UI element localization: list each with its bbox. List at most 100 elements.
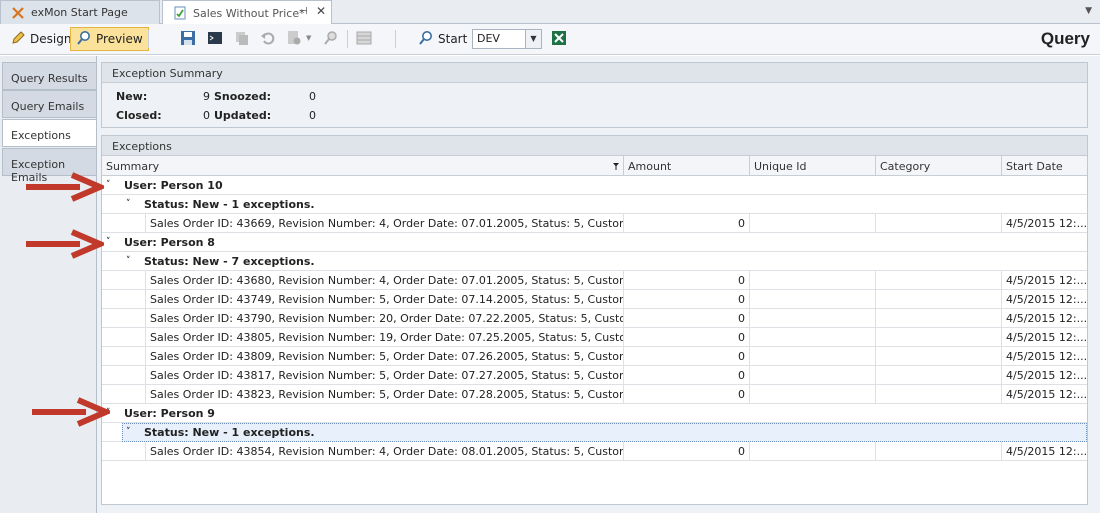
- start-label: Start: [438, 32, 468, 46]
- start-date-cell[interactable]: 4/5/2015 12:...: [1002, 271, 1087, 290]
- table-row[interactable]: Sales Order ID: 43669, Revision Number: …: [102, 214, 1087, 233]
- summary-cell[interactable]: Sales Order ID: 43669, Revision Number: …: [146, 214, 624, 233]
- category-cell[interactable]: [876, 442, 1002, 461]
- group-row-user[interactable]: ˅ User: Person 9: [102, 404, 1087, 423]
- unique-id-cell[interactable]: [750, 328, 876, 347]
- group-row-user[interactable]: ˅ User: Person 10: [102, 176, 1087, 195]
- preview-button[interactable]: Preview: [70, 27, 149, 51]
- summary-cell[interactable]: Sales Order ID: 43749, Revision Number: …: [146, 290, 624, 309]
- chevron-down-icon[interactable]: ˅: [126, 427, 131, 437]
- environment-select[interactable]: DEV ▼: [472, 29, 542, 49]
- category-cell[interactable]: [876, 271, 1002, 290]
- category-cell[interactable]: [876, 347, 1002, 366]
- console-icon[interactable]: [207, 30, 223, 46]
- column-header-summary[interactable]: Summary: [102, 156, 624, 176]
- start-date-cell[interactable]: 4/5/2015 12:...: [1002, 290, 1087, 309]
- table-row[interactable]: Sales Order ID: 43823, Revision Number: …: [102, 385, 1087, 404]
- chevron-down-icon[interactable]: ˅: [106, 237, 111, 247]
- chevron-down-icon[interactable]: ▼: [306, 34, 311, 42]
- unique-id-cell[interactable]: [750, 271, 876, 290]
- group-row-status[interactable]: ˅ Status: New - 1 exceptions.: [102, 195, 1087, 214]
- row-indent: [126, 290, 146, 309]
- category-cell[interactable]: [876, 309, 1002, 328]
- tab-exmon-start-page[interactable]: exMon Start Page: [0, 0, 160, 24]
- toolbar-separator: [148, 30, 149, 48]
- start-date-cell[interactable]: 4/5/2015 12:...: [1002, 214, 1087, 233]
- excel-icon[interactable]: [551, 30, 567, 46]
- amount-cell[interactable]: 0: [624, 309, 750, 328]
- group-row-user[interactable]: ˅ User: Person 8: [102, 233, 1087, 252]
- summary-cell[interactable]: Sales Order ID: 43854, Revision Number: …: [146, 442, 624, 461]
- save-icon[interactable]: [180, 30, 196, 46]
- tab-label: Sales Without Price*: [193, 6, 305, 20]
- grid-icon[interactable]: [356, 30, 372, 46]
- undo-icon[interactable]: [260, 30, 276, 46]
- sidetab-query-emails[interactable]: Query Emails: [2, 90, 97, 118]
- category-cell[interactable]: [876, 366, 1002, 385]
- amount-cell[interactable]: 0: [624, 366, 750, 385]
- category-cell[interactable]: [876, 328, 1002, 347]
- start-date-cell[interactable]: 4/5/2015 12:...: [1002, 366, 1087, 385]
- summary-cell[interactable]: Sales Order ID: 43823, Revision Number: …: [146, 385, 624, 404]
- group-row-status[interactable]: ˅ Status: New - 7 exceptions.: [102, 252, 1087, 271]
- table-row[interactable]: Sales Order ID: 43854, Revision Number: …: [102, 442, 1087, 461]
- column-header-start-date[interactable]: Start Date: [1002, 156, 1087, 176]
- close-icon[interactable]: ✕: [316, 4, 326, 18]
- find-icon[interactable]: [323, 30, 339, 46]
- start-date-cell[interactable]: 4/5/2015 12:...: [1002, 385, 1087, 404]
- summary-cell[interactable]: Sales Order ID: 43680, Revision Number: …: [146, 271, 624, 290]
- summary-cell[interactable]: Sales Order ID: 43817, Revision Number: …: [146, 366, 624, 385]
- table-row[interactable]: Sales Order ID: 43680, Revision Number: …: [102, 271, 1087, 290]
- unique-id-cell[interactable]: [750, 290, 876, 309]
- unique-id-cell[interactable]: [750, 442, 876, 461]
- tab-sales-without-price[interactable]: Sales Without Price* ⊣ ✕: [162, 0, 332, 25]
- start-date-cell[interactable]: 4/5/2015 12:...: [1002, 328, 1087, 347]
- table-row[interactable]: Sales Order ID: 43817, Revision Number: …: [102, 366, 1087, 385]
- unique-id-cell[interactable]: [750, 214, 876, 233]
- toolbar: Design Preview ▼ Start: [0, 24, 1100, 55]
- start-date-cell[interactable]: 4/5/2015 12:...: [1002, 309, 1087, 328]
- category-cell[interactable]: [876, 214, 1002, 233]
- column-header-amount[interactable]: Amount: [624, 156, 750, 176]
- start-date-cell[interactable]: 4/5/2015 12:...: [1002, 442, 1087, 461]
- unique-id-cell[interactable]: [750, 366, 876, 385]
- category-cell[interactable]: [876, 385, 1002, 404]
- table-row[interactable]: Sales Order ID: 43790, Revision Number: …: [102, 309, 1087, 328]
- summary-cell[interactable]: Sales Order ID: 43790, Revision Number: …: [146, 309, 624, 328]
- summary-cell[interactable]: Sales Order ID: 43809, Revision Number: …: [146, 347, 624, 366]
- amount-cell[interactable]: 0: [624, 328, 750, 347]
- summary-cell[interactable]: Sales Order ID: 43805, Revision Number: …: [146, 328, 624, 347]
- design-button[interactable]: Design: [4, 27, 77, 51]
- amount-cell[interactable]: 0: [624, 347, 750, 366]
- unique-id-cell[interactable]: [750, 347, 876, 366]
- table-row[interactable]: Sales Order ID: 43809, Revision Number: …: [102, 347, 1087, 366]
- pin-icon[interactable]: ⊣: [299, 6, 308, 17]
- chevron-down-icon[interactable]: ˅: [126, 199, 131, 209]
- table-row[interactable]: Sales Order ID: 43749, Revision Number: …: [102, 290, 1087, 309]
- chevron-down-icon[interactable]: ▼: [1085, 6, 1092, 16]
- group-row-status[interactable]: ˅ Status: New - 1 exceptions.: [102, 423, 1087, 442]
- start-date-cell[interactable]: 4/5/2015 12:...: [1002, 347, 1087, 366]
- export-icon[interactable]: [286, 30, 302, 46]
- copy-icon[interactable]: [234, 30, 250, 46]
- environment-value: DEV: [477, 32, 500, 45]
- category-cell[interactable]: [876, 290, 1002, 309]
- table-row[interactable]: Sales Order ID: 43805, Revision Number: …: [102, 328, 1087, 347]
- amount-cell[interactable]: 0: [624, 442, 750, 461]
- column-header-category[interactable]: Category: [876, 156, 1002, 176]
- chevron-down-icon[interactable]: ˅: [126, 256, 131, 266]
- sidetab-exceptions[interactable]: Exceptions: [2, 119, 98, 147]
- chevron-down-icon[interactable]: ▼: [525, 30, 541, 48]
- column-header-unique-id[interactable]: Unique Id: [750, 156, 876, 176]
- start-button[interactable]: Start: [412, 27, 473, 51]
- amount-cell[interactable]: 0: [624, 271, 750, 290]
- amount-cell[interactable]: 0: [624, 385, 750, 404]
- sidetab-query-results[interactable]: Query Results: [2, 62, 97, 90]
- amount-cell[interactable]: 0: [624, 290, 750, 309]
- query-doc-icon: [173, 6, 187, 20]
- amount-cell[interactable]: 0: [624, 214, 750, 233]
- filter-icon[interactable]: [613, 160, 619, 170]
- unique-id-cell[interactable]: [750, 385, 876, 404]
- chevron-down-icon[interactable]: ˅: [106, 180, 111, 190]
- unique-id-cell[interactable]: [750, 309, 876, 328]
